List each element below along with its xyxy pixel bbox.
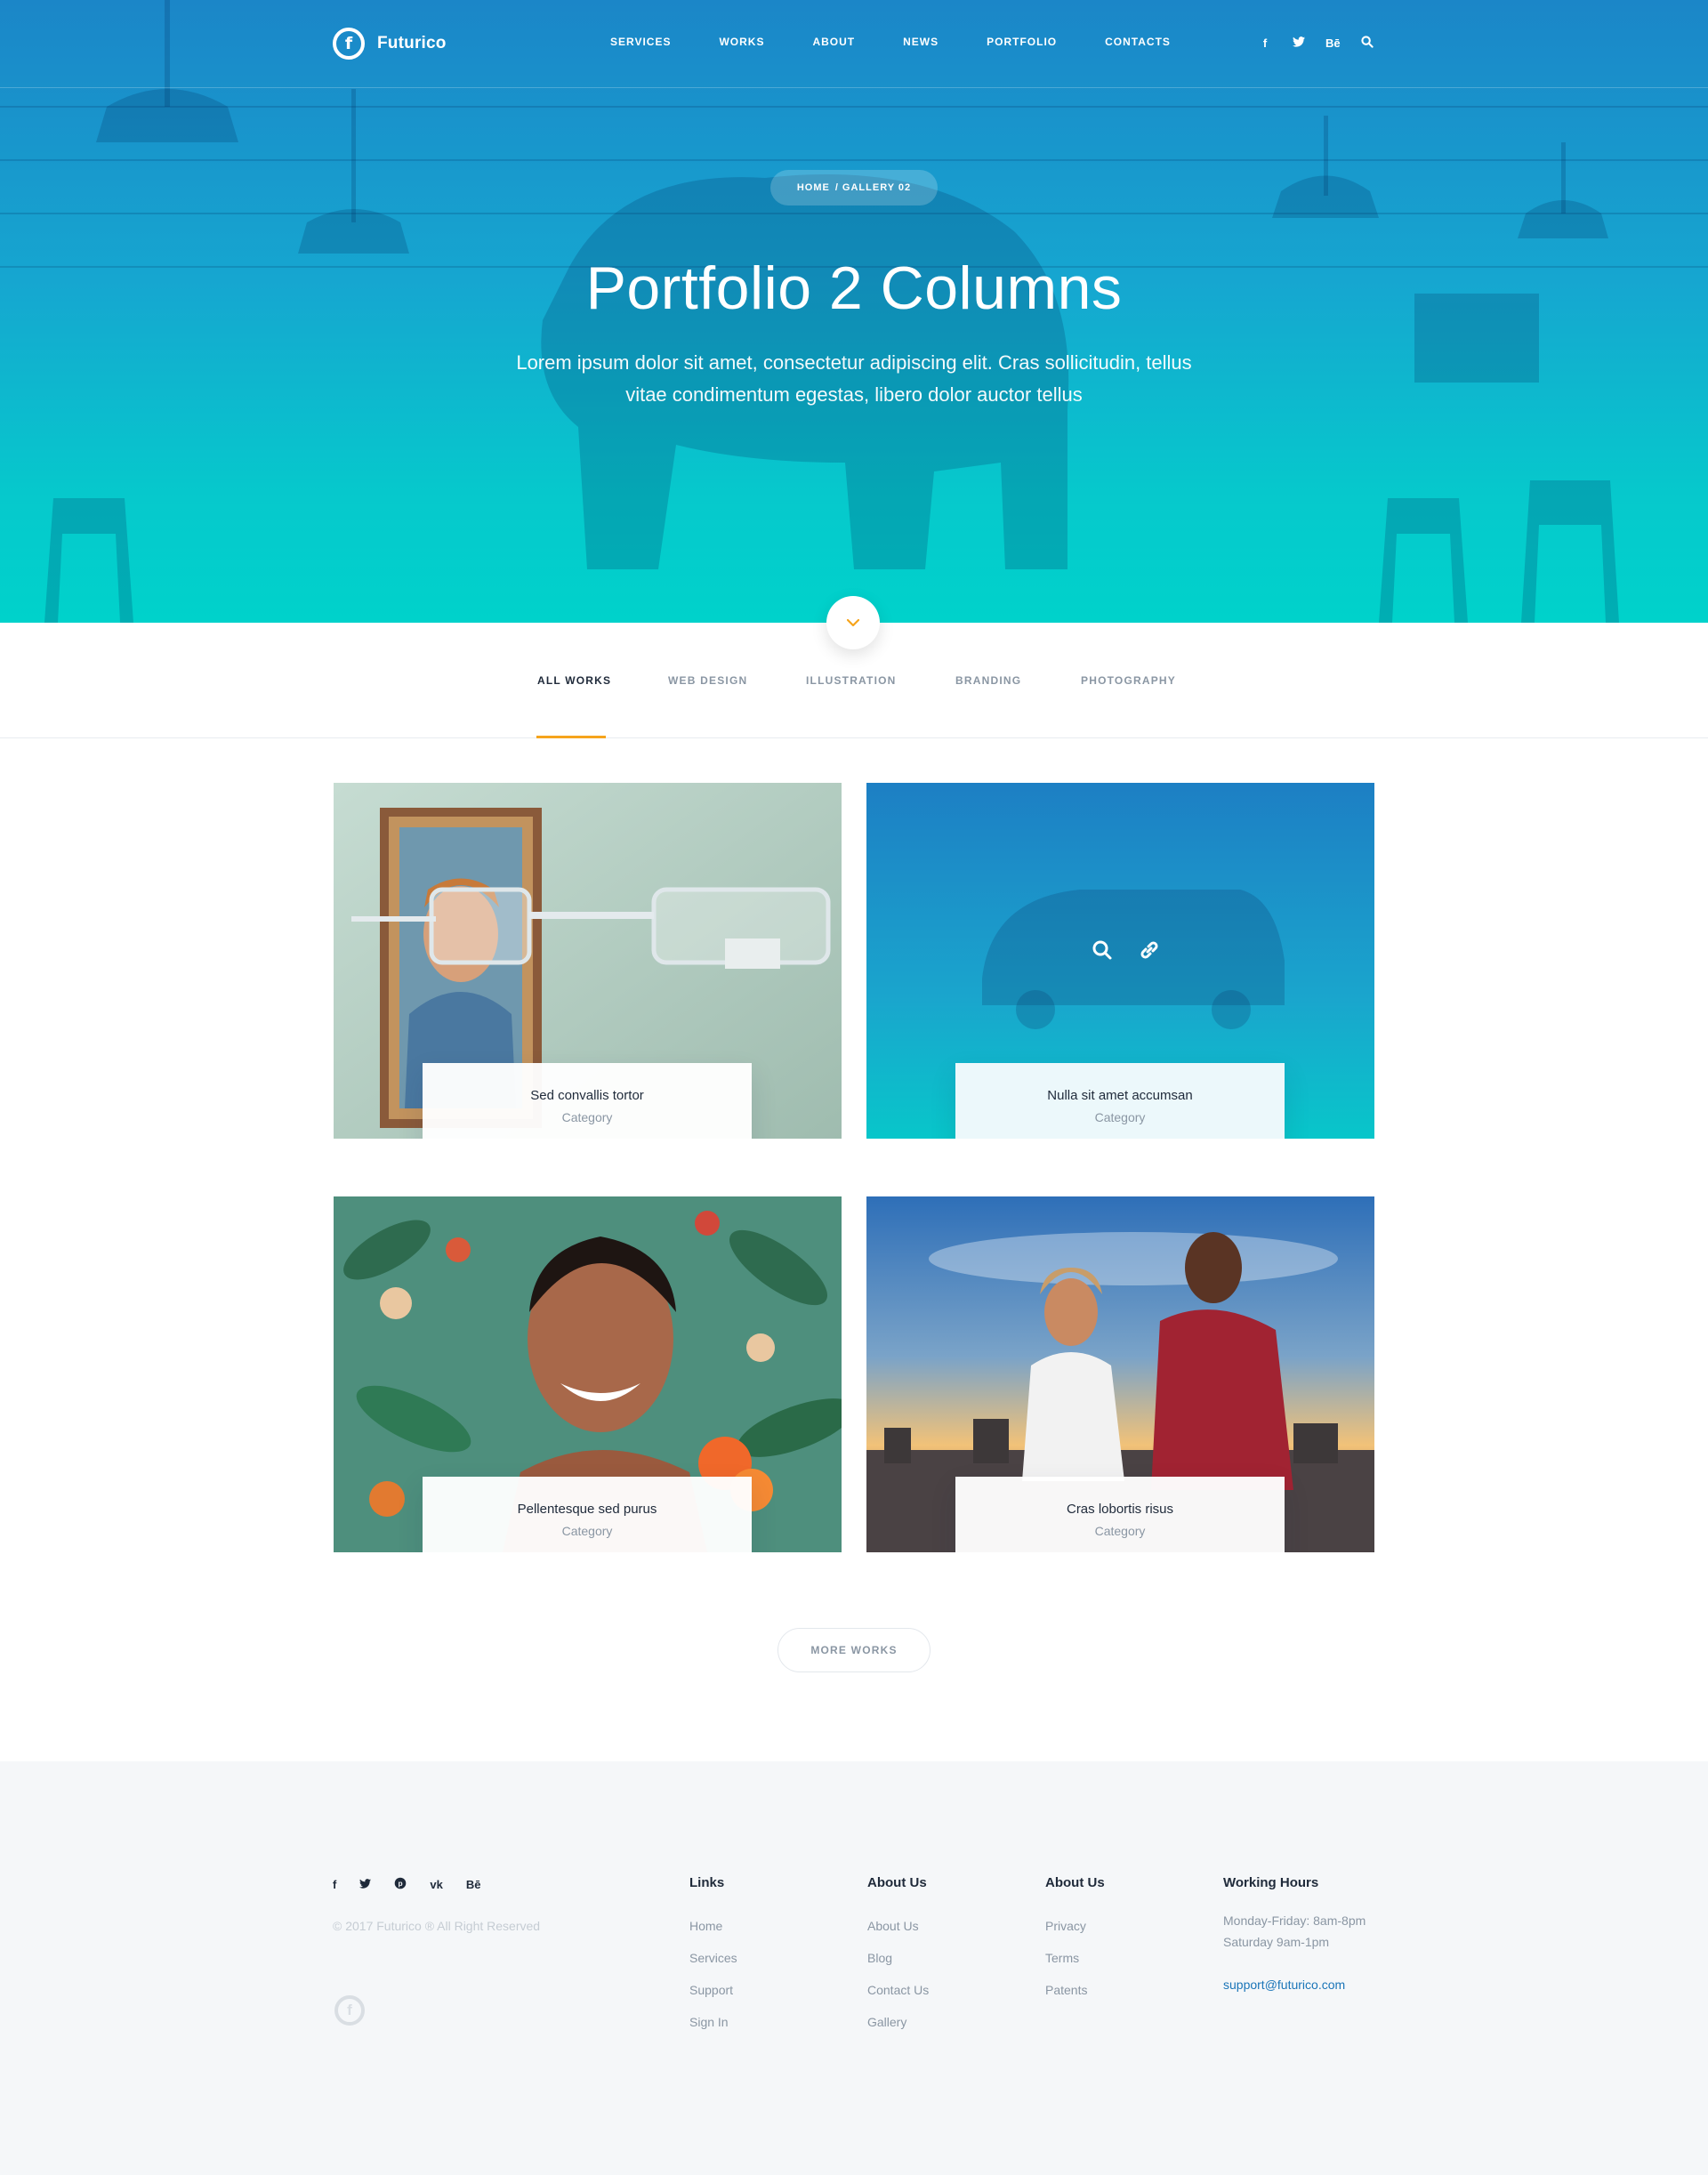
work-title[interactable]: Sed convallis tortor [423, 1088, 752, 1103]
behance-icon[interactable]: Bē [466, 1878, 481, 1891]
footer-link-sign-in[interactable]: Sign In [689, 2006, 737, 2038]
footer-column-title: About Us [1045, 1875, 1105, 1890]
page-title: Portfolio 2 Columns [585, 254, 1123, 322]
footer-column-title: About Us [867, 1875, 927, 1890]
footer-link-services[interactable]: Services [689, 1942, 737, 1974]
header-social-links: f Bē [1258, 36, 1374, 51]
breadcrumb-current: / GALLERY 02 [834, 182, 912, 193]
footer-link-contact-us[interactable]: Contact Us [867, 1974, 929, 2006]
footer-column-title: Working Hours [1223, 1875, 1319, 1890]
work-caption-3: Pellentesque sed purus Category [423, 1477, 752, 1552]
footer-social-links: f p vk Bē [333, 1877, 480, 1892]
work-caption-4: Cras lobortis risus Category [955, 1477, 1285, 1552]
tab-all-works[interactable]: ALL WORKS [537, 674, 611, 687]
menu-item-portfolio[interactable]: PORTFOLIO [987, 36, 1057, 48]
work-title[interactable]: Nulla sit amet accumsan [955, 1088, 1285, 1103]
tab-photography[interactable]: PHOTOGRAPHY [1081, 674, 1176, 687]
footer-about-column: About Us About Us Blog Contact Us Galler… [867, 1875, 929, 2038]
footer-logo-icon[interactable]: f [334, 1995, 365, 2026]
menu-item-works[interactable]: WORKS [719, 36, 764, 48]
twitter-icon[interactable] [359, 1878, 372, 1891]
footer-legal-column: About Us Privacy Terms Patents [1045, 1875, 1105, 2006]
menu-item-news[interactable]: NEWS [903, 36, 939, 48]
breadcrumb-home[interactable]: HOME [797, 182, 830, 193]
page-subtitle: Lorem ipsum dolor sit amet, consectetur … [516, 351, 1192, 406]
logo-icon: f [333, 28, 365, 60]
work-category[interactable]: Category [423, 1524, 752, 1538]
work-caption-2: Nulla sit amet accumsan Category [955, 1063, 1285, 1139]
work-category[interactable]: Category [955, 1110, 1285, 1124]
work-category[interactable]: Category [423, 1110, 752, 1124]
scroll-down-button[interactable] [826, 596, 880, 649]
tab-illustration[interactable]: ILLUSTRATION [806, 674, 897, 687]
menu-item-services[interactable]: SERVICES [610, 36, 671, 48]
work-category[interactable]: Category [955, 1524, 1285, 1538]
brand-name: Futurico [377, 34, 447, 52]
footer: f p vk Bē © 2017 Futurico ® All Right Re… [0, 1761, 1708, 2175]
work-card-1[interactable]: Sed convallis tortor Category [334, 783, 842, 1139]
chevron-down-icon [847, 618, 859, 626]
top-navigation: f Futurico SERVICES WORKS ABOUT NEWS POR… [0, 0, 1708, 88]
footer-link-terms[interactable]: Terms [1045, 1942, 1105, 1974]
vk-icon[interactable]: vk [430, 1878, 442, 1891]
work-card-2[interactable]: Nulla sit amet accumsan Category [866, 783, 1374, 1139]
facebook-icon[interactable]: f [333, 1878, 336, 1891]
footer-links-column: Links Home Services Support Sign In [689, 1875, 737, 2038]
footer-link-about-us[interactable]: About Us [867, 1910, 929, 1942]
more-works-button[interactable]: MORE WORKS [777, 1628, 931, 1672]
copyright: © 2017 Futurico ® All Right Reserved [333, 1919, 541, 1933]
work-title[interactable]: Cras lobortis risus [955, 1502, 1285, 1517]
footer-link-blog[interactable]: Blog [867, 1942, 929, 1974]
footer-hours-column: Working Hours Monday-Friday: 8am-8pm Sat… [1223, 1875, 1366, 1995]
breadcrumb: HOME / GALLERY 02 [770, 170, 938, 205]
menu-item-contacts[interactable]: CONTACTS [1105, 36, 1171, 48]
twitter-icon[interactable] [1292, 36, 1306, 50]
tab-branding[interactable]: BRANDING [955, 674, 1021, 687]
behance-icon[interactable]: Bē [1325, 36, 1341, 50]
hero-section: f Futurico SERVICES WORKS ABOUT NEWS POR… [0, 0, 1708, 623]
facebook-icon[interactable]: f [1258, 36, 1272, 50]
main-menu: SERVICES WORKS ABOUT NEWS PORTFOLIO CONT… [610, 36, 1219, 48]
link-icon[interactable] [1139, 939, 1160, 961]
work-card-3[interactable]: Pellentesque sed purus Category [334, 1196, 842, 1552]
search-icon[interactable] [1360, 36, 1374, 51]
footer-link-gallery[interactable]: Gallery [867, 2006, 929, 2038]
work-card-4[interactable]: Cras lobortis risus Category [866, 1196, 1374, 1552]
tab-web-design[interactable]: WEB DESIGN [668, 674, 747, 687]
working-hours-weekdays: Monday-Friday: 8am-8pm [1223, 1913, 1366, 1928]
zoom-search-icon[interactable] [1092, 939, 1113, 961]
brand-logo[interactable]: f Futurico [333, 27, 447, 60]
svg-text:p: p [399, 1879, 403, 1888]
footer-column-title: Links [689, 1875, 725, 1890]
footer-link-privacy[interactable]: Privacy [1045, 1910, 1105, 1942]
footer-link-patents[interactable]: Patents [1045, 1974, 1105, 2006]
footer-link-support[interactable]: Support [689, 1974, 737, 2006]
working-hours-saturday: Saturday 9am-1pm [1223, 1935, 1330, 1949]
work-caption-1: Sed convallis tortor Category [423, 1063, 752, 1139]
support-email-link[interactable]: support@futurico.com [1223, 1974, 1366, 1995]
menu-item-about[interactable]: ABOUT [812, 36, 855, 48]
footer-link-home[interactable]: Home [689, 1910, 737, 1942]
work-title[interactable]: Pellentesque sed purus [423, 1502, 752, 1517]
active-tab-indicator [536, 736, 606, 738]
pinterest-icon[interactable]: p [394, 1877, 407, 1892]
